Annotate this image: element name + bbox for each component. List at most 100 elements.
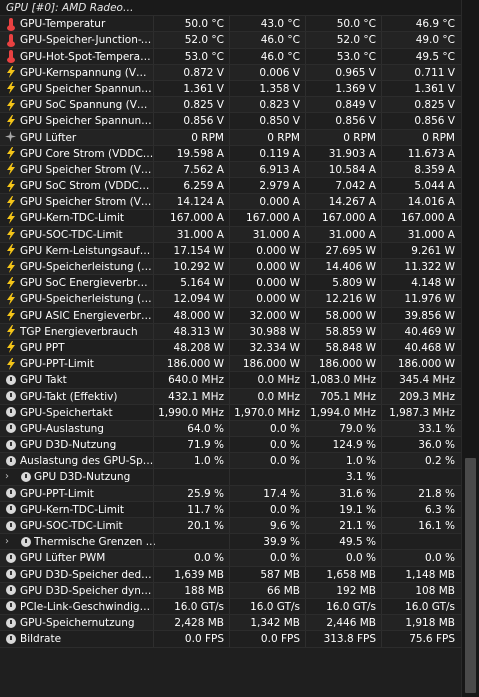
thermometer-icon xyxy=(5,50,17,64)
column-separator xyxy=(153,48,154,64)
current-value: 52.0 °C xyxy=(184,34,224,47)
min-value: 0.0 % xyxy=(269,439,300,452)
sensor-row[interactable]: GPU-Speichertakt 1,990.0 MHz 1,970.0 MHz 1,… xyxy=(0,404,461,421)
sensor-row[interactable]: GPU-Hot-Spot-Temperatur 53.0 °C 46.0 °C 53.… xyxy=(0,48,461,65)
sensor-row[interactable]: GPU D3D-Speicher dedizi... 1,639 MB 587 MB… xyxy=(0,566,461,583)
sensor-row[interactable]: GPU D3D-Speicher dyna... 188 MB 66 MB 192 M… xyxy=(0,582,461,599)
avg-value: 0.0 % xyxy=(424,552,455,565)
sensor-label: GPU-Kern-TDC-Limit xyxy=(20,212,125,225)
sensor-label: GPU-Speichertakt xyxy=(20,406,113,419)
current-value: 432.1 MHz xyxy=(168,390,224,403)
sensor-row[interactable]: GPU-SOC-TDC-Limit 20.1 % 9.6 % 21.1 % 16.1 % xyxy=(0,518,461,535)
sensor-row[interactable]: GPU SoC Strom (VDDCR... 6.259 A 2.979 A 7.0… xyxy=(0,178,461,195)
max-value: 58.848 W xyxy=(325,341,376,354)
min-value: 1.358 V xyxy=(259,82,300,95)
avg-value: 0 RPM xyxy=(422,131,455,144)
column-separator xyxy=(153,16,154,32)
sensor-row[interactable]: GPU-Auslastung 64.0 % 0.0 % 79.0 % 33.1 % xyxy=(0,420,461,438)
column-separator xyxy=(305,534,306,550)
min-value: 186.000 W xyxy=(242,358,300,371)
column-separator xyxy=(305,129,306,145)
sensor-row[interactable]: GPU-Speichernutzung 2,428 MB 1,342 MB 2,446… xyxy=(0,615,461,632)
current-value: 6.259 A xyxy=(183,180,224,193)
current-value: 64.0 % xyxy=(187,422,224,435)
column-separator xyxy=(381,145,382,161)
min-value: 0 RPM xyxy=(267,131,300,144)
section-header[interactable]: GPU [#0]: AMD Radeon ... xyxy=(0,0,461,17)
column-separator xyxy=(229,404,230,420)
sensor-row[interactable]: GPU Speicher Strom (VD... 7.562 A 6.913 A 1… xyxy=(0,161,461,179)
thermometer-icon xyxy=(5,17,17,31)
column-separator xyxy=(229,598,230,615)
lightning-icon xyxy=(5,66,17,79)
sensor-row[interactable]: GPU Kern-Leistungsaufn... 17.154 W 0.000 W… xyxy=(0,242,461,259)
sensor-row[interactable]: GPU ASIC Energieverbra... 48.000 W 32.000 … xyxy=(0,307,461,324)
sensor-row[interactable]: GPU-Temperatur 50.0 °C 43.0 °C 50.0 °C 46.9 … xyxy=(0,16,461,33)
column-separator xyxy=(305,437,306,453)
column-separator xyxy=(381,178,382,194)
sensor-row[interactable]: GPU Lüfter 0 RPM 0 RPM 0 RPM 0 RPM xyxy=(0,129,461,146)
column-separator xyxy=(305,420,306,437)
scrollbar-thumb[interactable] xyxy=(465,458,476,693)
column-separator xyxy=(153,259,154,275)
sensor-row[interactable]: GPU D3D-Nutzung 71.9 % 0.0 % 124.9 % 36.0 % xyxy=(0,437,461,454)
sensor-row[interactable]: GPU SoC Energieverbrau... 5.164 W 0.000 W 5… xyxy=(0,275,461,292)
sensor-row[interactable]: GPU SoC Spannung (VD... 0.825 V 0.823 V 0.8… xyxy=(0,97,461,114)
sensor-row[interactable]: GPU Speicher Strom (VD... 14.124 A 0.000 A… xyxy=(0,194,461,211)
sensor-row[interactable]: GPU-Speicherleistung (V... 10.292 W 0.000 … xyxy=(0,259,461,276)
sensor-label: GPU SoC Strom (VDDCR... xyxy=(20,180,154,193)
column-separator xyxy=(153,550,154,566)
avg-value: 11.976 W xyxy=(404,293,455,306)
max-value: 58.859 W xyxy=(325,325,376,338)
column-separator xyxy=(153,307,154,323)
min-value: 31.000 A xyxy=(252,228,300,241)
sensor-label: GPU-Speicherleistung (V... xyxy=(20,261,154,273)
sensor-row[interactable]: GPU-Speicher-Junction-T... 52.0 °C 46.0 °C… xyxy=(0,32,461,49)
sensor-row[interactable]: GPU-Kern-TDC-Limit 11.7 % 0.0 % 19.1 % 6.3 % xyxy=(0,501,461,518)
min-value: 0.0 FPS xyxy=(260,633,300,646)
max-value: 50.0 °C xyxy=(336,18,376,31)
sensor-row[interactable]: GPU Speicher Spannung ... 1.361 V 1.358 V 1… xyxy=(0,80,461,98)
avg-value: 36.0 % xyxy=(418,439,455,452)
sensor-row[interactable]: GPU-SOC-TDC-Limit 31.000 A 31.000 A 31.000 … xyxy=(0,226,461,243)
sensor-row[interactable]: GPU-Speicherleistung (V... 12.094 W 0.000 … xyxy=(0,291,461,308)
min-value: 9.6 % xyxy=(269,520,300,532)
avg-value: 21.8 % xyxy=(418,487,455,500)
vertical-scrollbar[interactable] xyxy=(461,0,479,697)
sensor-row[interactable]: GPU-PPT-Limit 25.9 % 17.4 % 31.6 % 21.8 % xyxy=(0,485,461,502)
expand-chevron-icon[interactable]: › xyxy=(5,469,9,485)
sensor-row[interactable]: GPU-Takt (Effektiv) 432.1 MHz 0.0 MHz 705.1… xyxy=(0,388,461,405)
sensor-row[interactable]: GPU PPT 48.208 W 32.334 W 58.848 W 40.468 W xyxy=(0,339,461,357)
sensor-row[interactable]: GPU-Kern-TDC-Limit 167.000 A 167.000 A 167.… xyxy=(0,210,461,227)
sensor-row[interactable]: GPU Core Strom (VDDCR... 19.598 A 0.119 A 3… xyxy=(0,145,461,162)
column-separator xyxy=(305,388,306,404)
lightning-icon xyxy=(5,179,17,192)
sensor-row[interactable]: GPU-PPT-Limit 186.000 W 186.000 W 186.000 W… xyxy=(0,356,461,373)
column-separator xyxy=(229,64,230,80)
min-value: 0.0 % xyxy=(269,503,300,516)
sensor-row[interactable]: GPU-Kernspannung (VDD... 0.872 V 0.006 V 0.… xyxy=(0,64,461,81)
min-value: 43.0 °C xyxy=(260,18,300,31)
column-separator xyxy=(305,518,306,534)
sensor-row[interactable]: › Thermische Grenzen ... 39.9 % 49.5 % xyxy=(0,534,461,551)
sensor-label: GPU Lüfter xyxy=(20,131,77,144)
sensor-row[interactable]: GPU Speicher Spannung ... 0.856 V 0.850 V 0… xyxy=(0,113,461,130)
current-value: 167.000 A xyxy=(170,212,224,225)
sensor-row[interactable]: › GPU D3D-Nutzung 3.1 % xyxy=(0,469,461,486)
column-separator xyxy=(381,259,382,275)
max-value: 16.0 GT/s xyxy=(326,600,376,613)
column-separator xyxy=(305,356,306,372)
column-separator xyxy=(381,388,382,404)
sensor-row[interactable]: TGP Energieverbrauch 48.313 W 30.988 W 58.8… xyxy=(0,323,461,340)
sensor-row[interactable]: Bildrate 0.0 FPS 0.0 FPS 313.8 FPS 75.6 FPS xyxy=(0,631,461,648)
sensor-row[interactable]: GPU Takt 640.0 MHz 0.0 MHz 1,083.0 MHz 345.4… xyxy=(0,372,461,389)
sensor-row[interactable]: GPU Lüfter PWM 0.0 % 0.0 % 0.0 % 0.0 % xyxy=(0,550,461,567)
sensor-row[interactable]: PCIe-Link-Geschwindigkeit 16.0 GT/s 16.0 G… xyxy=(0,598,461,616)
column-separator xyxy=(305,113,306,129)
sensor-row[interactable]: Auslastung des GPU-Spe... 1.0 % 0.0 % 1.0 %… xyxy=(0,453,461,470)
column-separator xyxy=(229,615,230,631)
column-separator xyxy=(381,194,382,210)
avg-value: 14.016 A xyxy=(407,196,455,209)
expand-chevron-icon[interactable]: › xyxy=(5,534,9,550)
avg-value: 8.359 A xyxy=(414,163,455,176)
